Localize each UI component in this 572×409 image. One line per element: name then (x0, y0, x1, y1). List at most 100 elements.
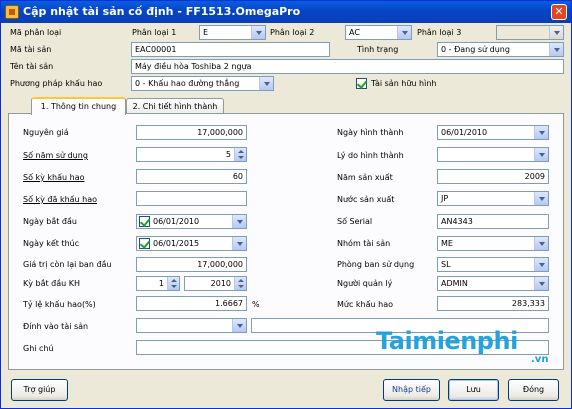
ngay-hinh-thanh-label: Ngày hình thành (337, 128, 404, 137)
title-bar[interactable]: Cập nhật tài sản cố định - FF1513.OmegaP… (1, 1, 571, 23)
gia-tri-con-lai-input[interactable]: 17,000,000 (136, 257, 247, 272)
so-nam-label: Số năm sử dụng (23, 151, 88, 160)
nuoc-san-xuat-label: Nước sản xuất (337, 195, 395, 204)
phuong-phap-label: Phương pháp khấu hao (10, 79, 103, 88)
spinner-arrows-icon[interactable] (234, 277, 246, 290)
ghi-chu-label: Ghi chú (23, 344, 54, 353)
nuoc-san-xuat-value: JP (441, 194, 449, 203)
gia-tri-con-lai-label: Giá trị còn lại ban đầu (23, 260, 112, 269)
spinner-arrows-icon[interactable] (234, 148, 246, 161)
ma-phan-loai-label: Mã phân loại (10, 28, 62, 37)
chevron-down-icon[interactable] (534, 237, 548, 250)
phong-ban-combo[interactable]: SL (437, 257, 549, 272)
phan-loai-3-combo[interactable] (496, 25, 564, 40)
ma-tai-san-label: Mã tài sản (10, 45, 52, 54)
tai-san-huu-hinh-checkbox[interactable] (356, 78, 367, 89)
phuong-phap-value: 0 - Khấu hao đường thẳng (135, 79, 240, 88)
nguoi-quan-ly-label: Người quản lý (337, 279, 393, 288)
ky-bat-dau-year-value: 2010 (210, 279, 231, 288)
nhom-tai-san-combo[interactable]: ME (437, 236, 549, 251)
help-button[interactable]: Trợ giúp (11, 379, 68, 401)
ly-do-label: Lý do hình thành (337, 151, 404, 160)
chevron-down-icon[interactable] (232, 319, 246, 332)
ngay-bat-dau-value: 06/01/2010 (153, 217, 200, 226)
chevron-down-icon[interactable] (397, 26, 411, 39)
nam-san-xuat-label: Năm sản xuất (337, 173, 393, 182)
phuong-phap-combo[interactable]: 0 - Khấu hao đường thẳng (131, 76, 274, 91)
ty-le-input[interactable]: 1.6667 (136, 296, 247, 311)
muc-khau-hao-label: Mức khấu hao (337, 300, 393, 309)
ten-tai-san-label: Tên tài sản (10, 62, 54, 71)
nhom-tai-san-value: ME (441, 239, 453, 248)
so-serial-label: Số Serial (337, 217, 373, 226)
tinh-trang-label: Tình trạng (357, 45, 399, 54)
tinh-trang-combo[interactable]: 0 - Đang sử dụng (437, 42, 564, 57)
phan-loai-1-label: Phân loại 1 (132, 28, 177, 37)
chevron-down-icon[interactable] (232, 215, 246, 228)
chevron-down-icon[interactable] (534, 126, 548, 139)
ngay-bat-dau-label: Ngày bắt đầu (23, 217, 77, 226)
watermark-suffix: .vn (531, 354, 549, 365)
ly-do-combo[interactable] (437, 147, 549, 162)
save-button[interactable]: Lưu (448, 379, 499, 401)
window-title: Cập nhật tài sản cố định - FF1513.OmegaP… (23, 5, 301, 18)
ky-bat-dau-period-value: 1 (158, 279, 164, 288)
ngay-ket-thuc-picker[interactable]: 06/01/2015 (136, 236, 247, 251)
dinh-vao-combo[interactable] (136, 318, 247, 333)
ngay-hinh-thanh-picker[interactable]: 06/01/2010 (437, 125, 549, 140)
phong-ban-label: Phòng ban sử dụng (337, 260, 415, 269)
so-nam-spinner[interactable]: 5 (136, 147, 247, 162)
nuoc-san-xuat-combo[interactable]: JP (437, 191, 549, 206)
asset-update-window: Cập nhật tài sản cố định - FF1513.OmegaP… (0, 0, 572, 409)
ngay-bat-dau-checkbox[interactable] (139, 216, 150, 227)
ty-le-unit: % (252, 300, 260, 309)
ky-bat-dau-period-spinner[interactable]: 1 (136, 276, 180, 291)
ngay-ket-thuc-checkbox[interactable] (139, 238, 150, 249)
next-entry-button[interactable]: Nhập tiếp (383, 379, 440, 401)
chevron-down-icon[interactable] (534, 192, 548, 205)
so-ky-input[interactable]: 60 (136, 169, 247, 184)
nhom-tai-san-label: Nhóm tài sản (337, 239, 391, 248)
ngay-ket-thuc-value: 06/01/2015 (153, 239, 200, 248)
muc-khau-hao-input[interactable]: 283,333 (437, 296, 549, 311)
tab-thong-tin-chung[interactable]: 1. Thông tin chung (31, 97, 126, 115)
close-dialog-button[interactable]: Đóng (508, 379, 559, 401)
nam-san-xuat-input[interactable]: 2009 (437, 169, 549, 184)
chevron-down-icon[interactable] (232, 237, 246, 250)
so-ky-label: Số kỳ khấu hao (23, 173, 85, 182)
so-serial-input[interactable]: AN4343 (437, 214, 549, 229)
spinner-arrows-icon[interactable] (167, 277, 179, 290)
ky-bat-dau-year-spinner[interactable]: 2010 (184, 276, 247, 291)
phan-loai-2-combo[interactable]: AC (345, 25, 412, 40)
chevron-down-icon[interactable] (259, 77, 273, 90)
chevron-down-icon[interactable] (534, 148, 548, 161)
phong-ban-value: SL (441, 260, 451, 269)
so-ky-da-label: Số kỳ đã khấu hao (23, 195, 98, 204)
so-nam-value: 5 (225, 150, 231, 159)
chevron-down-icon[interactable] (251, 26, 265, 39)
tai-san-huu-hinh-label: Tài sản hữu hình (371, 79, 437, 88)
tinh-trang-value: 0 - Đang sử dụng (441, 45, 510, 54)
app-icon (5, 5, 19, 19)
ma-tai-san-input[interactable]: EAC00001 (131, 42, 330, 57)
phan-loai-3-label: Phân loại 3 (417, 28, 462, 37)
tab-chi-tiet-hinh-thanh[interactable]: 2. Chi tiết hình thành (126, 98, 224, 114)
watermark-logo: Taimienphi (376, 327, 518, 355)
phan-loai-1-combo[interactable]: E (199, 25, 266, 40)
nguoi-quan-ly-combo[interactable]: ADMIN (437, 276, 549, 291)
so-ky-da-input[interactable] (136, 191, 247, 206)
chevron-down-icon[interactable] (534, 277, 548, 290)
ngay-hinh-thanh-value: 06/01/2010 (441, 128, 488, 137)
nguoi-quan-ly-value: ADMIN (441, 279, 468, 288)
close-button[interactable]: ✕ (551, 4, 567, 20)
chevron-down-icon[interactable] (549, 26, 563, 39)
nguyen-gia-input[interactable]: 17,000,000 (136, 125, 247, 140)
dinh-vao-label: Đính vào tài sản (23, 322, 89, 331)
ngay-bat-dau-picker[interactable]: 06/01/2010 (136, 214, 247, 229)
chevron-down-icon[interactable] (534, 258, 548, 271)
ky-bat-dau-label: Kỳ bắt đầu KH (23, 279, 81, 288)
chevron-down-icon[interactable] (549, 43, 563, 56)
ty-le-label: Tỷ lệ khấu hao(%) (23, 300, 96, 309)
nguyen-gia-label: Nguyên giá (23, 128, 69, 137)
ten-tai-san-input[interactable]: Máy điều hòa Toshiba 2 ngựa (131, 59, 564, 74)
